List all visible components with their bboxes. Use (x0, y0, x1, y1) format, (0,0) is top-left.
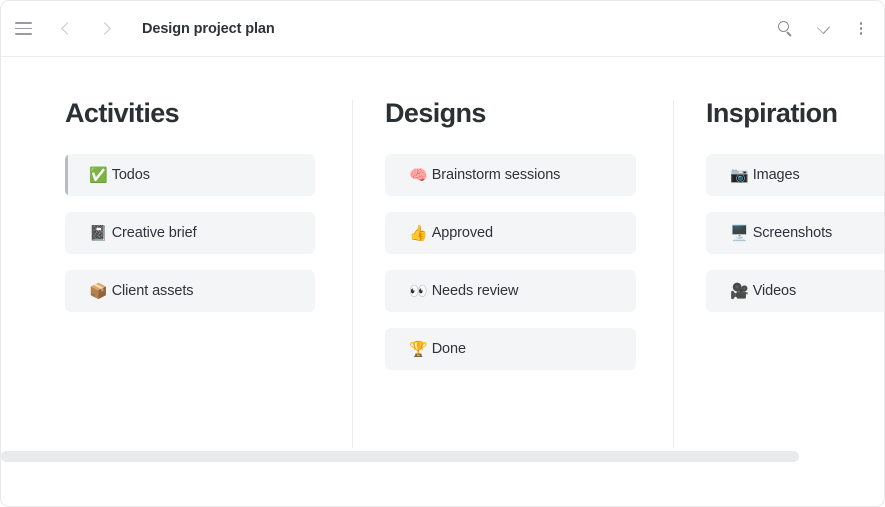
column-title: Activities (65, 98, 180, 128)
list-item-label: Creative brief (111, 225, 197, 241)
horizontal-scrollbar-thumb[interactable] (1, 451, 799, 462)
footer-area (1, 462, 884, 506)
list-item-creative-brief[interactable]: 📓 Creative brief (65, 212, 315, 254)
hamburger-menu-icon[interactable] (1, 7, 45, 51)
list-item-label: Needs review (431, 283, 519, 299)
package-emoji: 📦 (89, 282, 108, 300)
board-column-inspiration: Inspiration 📷 Images 🖥️ Screenshots 🎥 Vi… (674, 57, 884, 451)
board-column-activities: Activities ✅ Todos 📓 Creative brief 📦 Cl… (1, 57, 353, 451)
list-item-images[interactable]: 📷 Images (706, 154, 884, 196)
chevron-left-glyph (61, 22, 74, 35)
app-window: Design project plan Activities ✅ Todos 📓… (0, 0, 885, 507)
board-column-designs: Designs 🧠 Brainstorm sessions 👍 Approved… (353, 57, 674, 451)
notebook-emoji: 📓 (89, 224, 108, 242)
list-item-client-assets[interactable]: 📦 Client assets (65, 270, 315, 312)
thumbs-up-emoji: 👍 (409, 224, 428, 242)
column-card-list: 🧠 Brainstorm sessions 👍 Approved 👀 Needs… (385, 154, 636, 370)
kebab-glyph (859, 22, 863, 35)
board-columns: Activities ✅ Todos 📓 Creative brief 📦 Cl… (1, 57, 884, 451)
list-item-label: Client assets (111, 283, 194, 299)
app-header: Design project plan (1, 1, 884, 57)
header-left-group: Design project plan (1, 1, 275, 56)
desktop-computer-emoji: 🖥️ (730, 224, 749, 242)
list-item-label: Images (752, 167, 800, 183)
chevron-left-icon[interactable] (46, 7, 86, 51)
search-glyph (777, 21, 793, 36)
list-item-videos[interactable]: 🎥 Videos (706, 270, 884, 312)
chevron-right-glyph (98, 22, 111, 35)
list-item-approved[interactable]: 👍 Approved (385, 212, 636, 254)
hamburger-menu-glyph (14, 22, 32, 35)
list-item-label: Brainstorm sessions (431, 167, 561, 183)
trophy-emoji: 🏆 (409, 340, 428, 358)
camera-emoji: 📷 (730, 166, 749, 184)
column-card-list: 📷 Images 🖥️ Screenshots 🎥 Videos (706, 154, 884, 312)
column-title: Inspiration (706, 98, 838, 128)
check-glyph (816, 20, 830, 34)
list-item-label: Approved (431, 225, 493, 241)
horizontal-scrollbar-track[interactable] (1, 451, 884, 462)
page-title: Design project plan (142, 20, 275, 37)
list-item-label: Done (431, 341, 466, 357)
list-item-screenshots[interactable]: 🖥️ Screenshots (706, 212, 884, 254)
brain-emoji: 🧠 (409, 166, 428, 184)
list-item-needs-review[interactable]: 👀 Needs review (385, 270, 636, 312)
check-icon[interactable] (804, 7, 842, 51)
chevron-right-icon[interactable] (86, 7, 126, 51)
column-card-list: ✅ Todos 📓 Creative brief 📦 Client assets (65, 154, 315, 312)
list-item-brainstorm-sessions[interactable]: 🧠 Brainstorm sessions (385, 154, 636, 196)
movie-camera-emoji: 🎥 (730, 282, 749, 300)
list-item-label: Todos (111, 167, 150, 183)
check-mark-button-emoji: ✅ (89, 166, 108, 184)
list-item-label: Videos (752, 283, 797, 299)
eyes-emoji: 👀 (409, 282, 428, 300)
search-icon[interactable] (766, 7, 804, 51)
header-right-group (766, 1, 880, 56)
column-title: Designs (385, 98, 486, 128)
kebab-menu-icon[interactable] (842, 7, 880, 51)
list-item-todos[interactable]: ✅ Todos (65, 154, 315, 196)
list-item-label: Screenshots (752, 225, 833, 241)
list-item-done[interactable]: 🏆 Done (385, 328, 636, 370)
